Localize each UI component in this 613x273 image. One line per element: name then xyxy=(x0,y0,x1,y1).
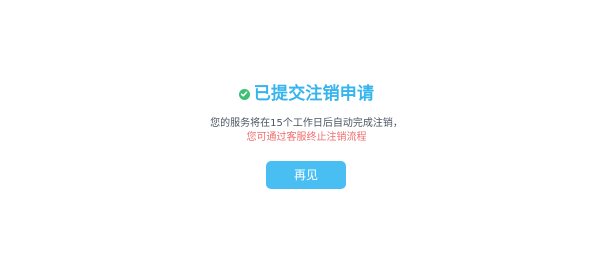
goodbye-button[interactable]: 再见 xyxy=(266,161,346,189)
customer-service-message: 您可通过客服终止注销流程 xyxy=(246,132,367,143)
auto-cancellation-message: 您的服务将在15个工作日后自动完成注销， xyxy=(210,118,403,129)
account-cancellation-page: 已提交注销申请 您的服务将在15个工作日后自动完成注销， 您可通过客服终止注销流… xyxy=(0,0,613,273)
checkmark-icon xyxy=(241,91,248,97)
button-container: 再见 xyxy=(266,161,346,189)
check-circle-icon xyxy=(238,88,250,100)
status-title: 已提交注销申请 xyxy=(253,84,375,104)
status-header: 已提交注销申请 xyxy=(0,82,613,106)
